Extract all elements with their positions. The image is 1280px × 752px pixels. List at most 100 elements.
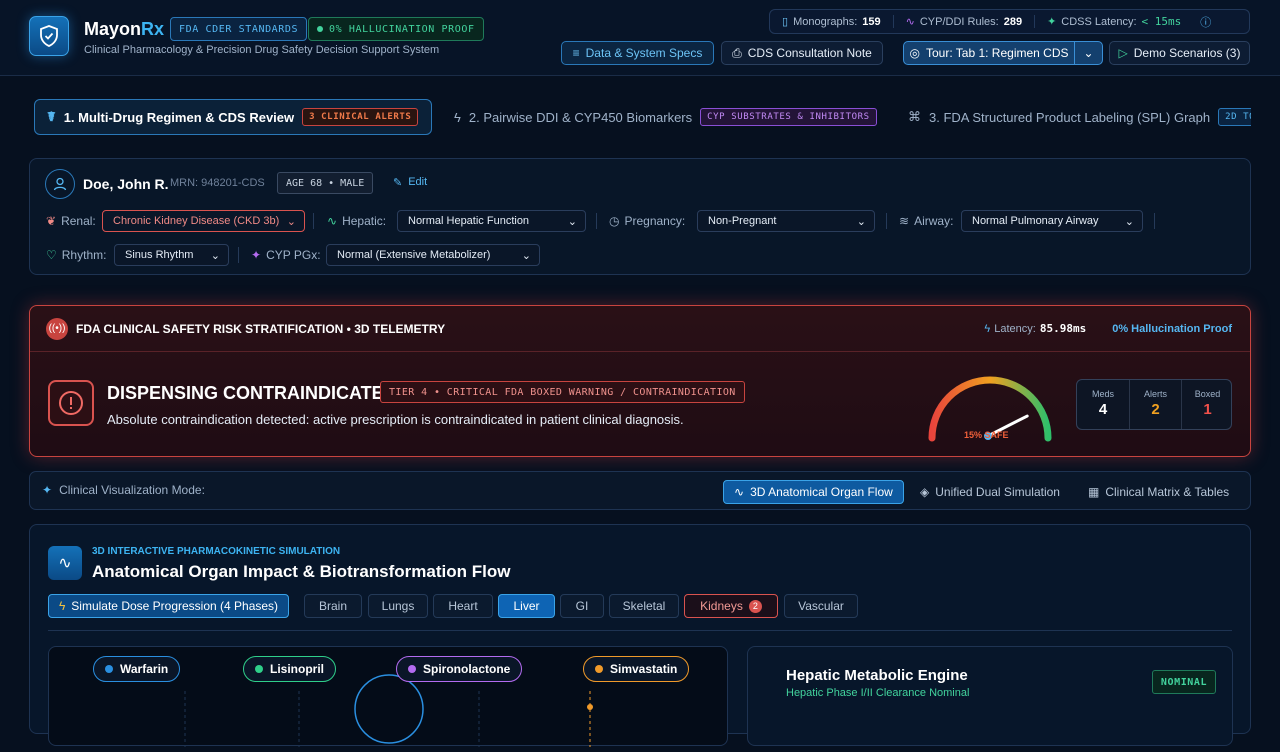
tier-badge: TIER 4 • CRITICAL FDA BOXED WARNING / CO… (380, 381, 745, 403)
heart-icon: ♡ (46, 248, 57, 262)
data-specs-button[interactable]: ≡ Data & System Specs (561, 41, 714, 65)
engine-title: Hepatic Metabolic Engine (786, 667, 968, 684)
tab-spl-graph[interactable]: ⌘ 3. FDA Structured Product Labeling (SP… (908, 99, 1251, 135)
hepatic-select[interactable]: Normal Hepatic Function ⌄ (397, 210, 586, 232)
warning-icon (48, 380, 94, 426)
tour-button[interactable]: ◎ Tour: Tab 1: Regimen CDS (903, 41, 1075, 65)
consultation-note-button[interactable]: ⎙ CDS Consultation Note (721, 41, 883, 65)
system-stats: ▯ Monographs: 159 ∿ CYP/DDI Rules: 289 ✦ CDSS… (769, 9, 1250, 34)
patient-card: Doe, John R. MRN: 948201-CDS AGE 68 • MA… (29, 158, 1251, 275)
rhythm-select[interactable]: Sinus Rhythm ⌄ (114, 244, 229, 266)
engine-status-badge: NOMINAL (1152, 670, 1216, 694)
chevron-down-icon: ⌄ (286, 215, 296, 228)
chevron-down-icon: ⌄ (210, 249, 220, 262)
pulse-icon: ∿ (48, 546, 82, 580)
organ-liver[interactable]: Liver (498, 594, 555, 618)
patient-name: Doe, John R. (83, 176, 169, 192)
layers-icon: ◈ (920, 485, 930, 499)
info-icon: ⓘ (1200, 16, 1212, 29)
tour-dropdown-button[interactable]: ⌄ (1074, 41, 1103, 65)
organ-heart[interactable]: Heart (433, 594, 493, 618)
hepatic-engine-card: Hepatic Metabolic Engine Hepatic Phase I… (747, 646, 1233, 746)
safety-gauge: 15% SAFE (928, 376, 1052, 442)
engine-subtitle: Hepatic Phase I/II Clearance Nominal (786, 687, 970, 699)
mode-label: Clinical Visualization Mode: (59, 483, 205, 497)
meds-count: 4 (1098, 401, 1108, 418)
mode-organ-flow[interactable]: ∿ 3D Anatomical Organ Flow (723, 480, 904, 504)
mode-dual-simulation[interactable]: ◈ Unified Dual Simulation (910, 480, 1070, 504)
main-tabs: ☤ 1. Multi-Drug Regimen & CDS Review 3 C… (29, 97, 1251, 137)
heartbeat-icon: ∿ (327, 214, 338, 228)
simulation-panel: ∿ 3D INTERACTIVE PHARMACOKINETIC SIMULAT… (29, 524, 1251, 747)
sim-eyebrow: 3D INTERACTIVE PHARMACOKINETIC SIMULATIO… (92, 546, 341, 557)
renal-select[interactable]: Chronic Kidney Disease (CKD 3b) ⌄ (102, 210, 305, 232)
airway-select[interactable]: Normal Pulmonary Airway ⌄ (961, 210, 1143, 232)
organ-gi[interactable]: GI (560, 594, 604, 618)
play-icon: ▷ (1118, 46, 1128, 60)
drug-chip-spironolactone[interactable]: Spironolactone (396, 656, 523, 682)
stethoscope-icon: ☤ (47, 109, 56, 124)
pencil-icon: ✎ (393, 177, 403, 189)
organ-skeletal[interactable]: Skeletal (609, 594, 679, 618)
demo-scenarios-button[interactable]: ▷ Demo Scenarios (3) (1109, 41, 1250, 65)
sparkle-icon: ✦ (251, 248, 262, 262)
organ-lungs[interactable]: Lungs (368, 594, 428, 618)
visualization-mode-bar: ✦ Clinical Visualization Mode: ∿ 3D Anatom… (29, 471, 1251, 510)
kidney-icon: ❦ (46, 214, 57, 228)
bolt-icon: ϟ (58, 599, 66, 613)
risk-title: FDA CLINICAL SAFETY RISK STRATIFICATION … (76, 321, 446, 336)
fda-standards-badge: FDA CDER STANDARDS (170, 17, 308, 41)
cyp-tag: CYP SUBSTRATES & INHIBITORS (700, 108, 877, 126)
risk-description: Absolute contraindication detected: acti… (107, 412, 684, 427)
chevron-down-icon: ⌄ (1083, 46, 1094, 60)
drug-chip-lisinopril[interactable]: Lisinopril (243, 656, 336, 682)
brand-subtitle: Clinical Pharmacology & Precision Drug S… (84, 44, 440, 56)
document-icon: ▯ (782, 16, 789, 28)
risk-stratification-panel: ((•)) FDA CLINICAL SAFETY RISK STRATIFIC… (29, 305, 1251, 457)
chevron-down-icon: ⌄ (1124, 215, 1134, 228)
wind-icon: ≋ (899, 214, 910, 228)
chevron-down-icon: ⌄ (567, 215, 577, 228)
table-icon: ▦ (1088, 485, 1100, 499)
organ-kidneys[interactable]: Kidneys 2 (684, 594, 778, 618)
organ-vascular[interactable]: Vascular (784, 594, 858, 618)
tab-ddi[interactable]: ϟ 2. Pairwise DDI & CYP450 Biomarkers CY… (454, 99, 877, 135)
hierarchy-icon: ⌘ (908, 109, 921, 124)
simulate-dose-button[interactable]: ϟ Simulate Dose Progression (4 Phases) (48, 594, 289, 618)
latency-readout: ϟ Latency: 85.98ms (984, 322, 1087, 335)
drug-chip-warfarin[interactable]: Warfarin (93, 656, 181, 682)
compass-icon: ◎ (909, 46, 920, 60)
hallucination-proof-label: 0% Hallucination Proof (1112, 322, 1232, 335)
tab-regimen[interactable]: ☤ 1. Multi-Drug Regimen & CDS Review 3 C… (34, 99, 432, 135)
chevron-down-icon: ⌄ (521, 249, 531, 262)
alerts-count: 2 (1151, 401, 1160, 418)
organ-brain[interactable]: Brain (304, 594, 362, 618)
kidney-alert-count: 2 (748, 599, 762, 613)
drug-chip-simvastatin[interactable]: Simvastatin (583, 656, 690, 682)
patient-mrn: MRN: 948201-CDS (170, 177, 265, 189)
user-icon (45, 169, 75, 199)
age-sex-badge: AGE 68 • MALE (277, 172, 374, 194)
alerts-tag: 3 CLINICAL ALERTS (302, 108, 419, 126)
mode-matrix-tables[interactable]: ▦ Clinical Matrix & Tables (1078, 480, 1239, 504)
broadcast-icon: ((•)) (46, 317, 68, 340)
sim-title: Anatomical Organ Impact & Biotransformat… (92, 562, 511, 581)
sparkle-icon: ✦ (1047, 16, 1057, 28)
chevron-down-icon: ⌄ (856, 215, 866, 228)
summary-counts: Meds 4 Alerts 2 Boxed 1 (1076, 379, 1232, 430)
dispensing-status: DISPENSING CONTRAINDICATED (107, 383, 397, 403)
gauge-label: 15% SAFE (964, 430, 1009, 440)
cyp-pgx-select[interactable]: Normal (Extensive Metabolizer) ⌄ (326, 244, 540, 266)
boxed-count: 1 (1203, 401, 1212, 418)
sparkle-icon: ✦ (42, 483, 53, 497)
bolt-icon: ϟ (454, 109, 461, 125)
pulse-icon: ∿ (734, 485, 745, 499)
hallucination-badge: 0% HALLUCINATION PROOF (308, 17, 484, 41)
edit-patient-button[interactable]: ✎ Edit (393, 176, 427, 189)
pregnancy-select[interactable]: Non-Pregnant ⌄ (697, 210, 875, 232)
bolt-icon: ϟ (984, 322, 991, 335)
graph-tag: 2D TOP (1218, 108, 1251, 126)
app-header: MayonRx Clinical Pharmacology & Precisio… (0, 0, 1280, 76)
shield-logo-icon (29, 16, 69, 56)
brand-name: MayonRx (84, 19, 165, 39)
